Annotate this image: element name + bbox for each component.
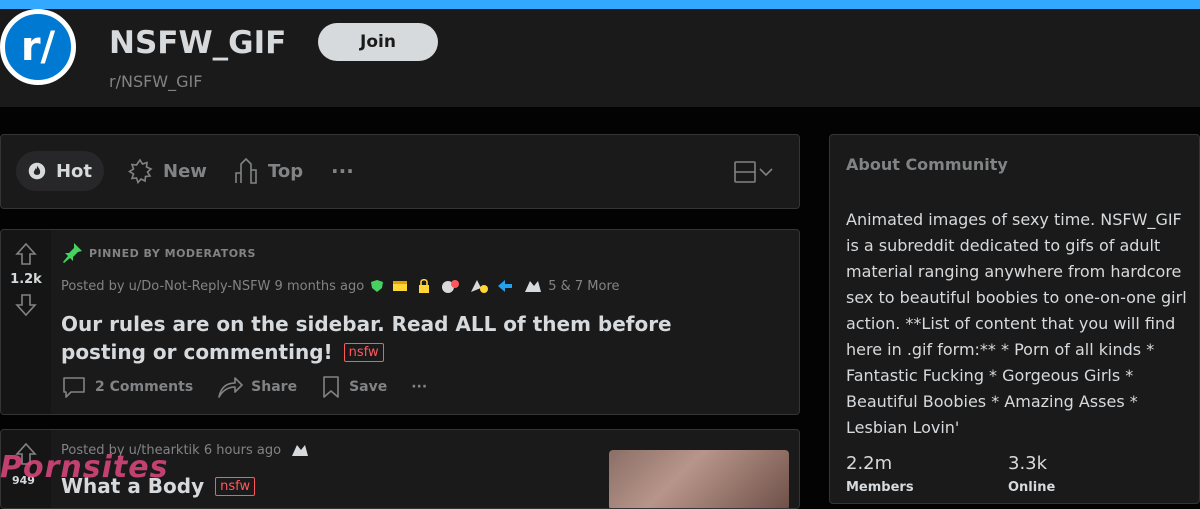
view-toggle[interactable] bbox=[734, 161, 773, 183]
lock-award-icon bbox=[419, 279, 430, 293]
join-button[interactable]: Join bbox=[318, 23, 438, 61]
sort-top-button[interactable]: Top bbox=[234, 151, 303, 191]
comments-label: 2 Comments bbox=[95, 379, 194, 395]
comment-icon bbox=[63, 377, 85, 398]
awards-more-label[interactable]: 5 & 7 More bbox=[548, 279, 619, 294]
upvote-icon[interactable] bbox=[15, 242, 37, 266]
hands-award-icon[interactable] bbox=[289, 442, 311, 458]
burst-icon bbox=[127, 158, 153, 184]
subreddit-header: r/ NSFW_GIF r/NSFW_GIF Join bbox=[0, 9, 1200, 107]
save-button[interactable]: Save bbox=[321, 375, 387, 399]
sort-hot-label: Hot bbox=[55, 160, 92, 182]
sort-bar: Hot New Top ··· bbox=[0, 134, 800, 209]
card-view-icon bbox=[734, 161, 756, 183]
arrow-award-icon bbox=[498, 280, 513, 292]
hands-award-icon bbox=[525, 281, 542, 292]
share-icon bbox=[218, 377, 243, 398]
wholesome-award-icon bbox=[471, 280, 489, 293]
sort-hot-button[interactable]: Hot bbox=[16, 151, 104, 191]
pinned-text: PINNED BY MODERATORS bbox=[89, 246, 256, 260]
top-accent-bar bbox=[0, 0, 1200, 9]
helper-award-icon bbox=[442, 280, 460, 293]
bookmark-icon bbox=[323, 376, 339, 398]
about-community-card: About Community Animated images of sexy … bbox=[829, 134, 1200, 504]
award-icons[interactable] bbox=[370, 278, 544, 294]
top-chart-icon bbox=[235, 158, 257, 184]
flame-icon bbox=[28, 162, 46, 180]
vote-column: 1.2k bbox=[1, 230, 51, 414]
post-actions: 2 Comments Share Save ··· bbox=[61, 375, 451, 399]
sort-new-label: New bbox=[163, 160, 207, 182]
subreddit-title: NSFW_GIF bbox=[109, 25, 287, 61]
downvote-icon[interactable] bbox=[15, 293, 37, 317]
comments-button[interactable]: 2 Comments bbox=[61, 375, 193, 399]
watermark-logo: Pornsites bbox=[0, 450, 169, 485]
online-stat: 3.3k Online bbox=[1008, 453, 1055, 495]
sort-top-label: Top bbox=[268, 160, 304, 182]
members-stat: 2.2m Members bbox=[846, 453, 914, 495]
pinned-post[interactable]: 1.2k PINNED BY MODERATORS Posted by u/Do… bbox=[0, 229, 800, 415]
share-button[interactable]: Share bbox=[217, 375, 297, 399]
post-meta: Posted by u/Do-Not-Reply-NSFW 9 months a… bbox=[61, 278, 620, 294]
sort-more-button[interactable]: ··· bbox=[331, 151, 354, 191]
archive-award-icon bbox=[393, 281, 408, 291]
online-count: 3.3k bbox=[1008, 453, 1048, 474]
members-count: 2.2m bbox=[846, 453, 893, 474]
post-more-button[interactable]: ··· bbox=[411, 379, 427, 395]
subreddit-name: r/NSFW_GIF bbox=[109, 72, 203, 91]
chevron-down-icon bbox=[759, 168, 773, 177]
share-label: Share bbox=[251, 379, 298, 395]
nsfw-tag: nsfw bbox=[343, 343, 384, 362]
pin-icon bbox=[63, 243, 82, 263]
save-label: Save bbox=[349, 379, 388, 395]
pinned-label: PINNED BY MODERATORS bbox=[61, 242, 256, 264]
community-description: Animated images of sexy time. NSFW_GIF i… bbox=[846, 210, 1187, 437]
subreddit-avatar[interactable]: r/ bbox=[0, 9, 76, 85]
vote-count: 1.2k bbox=[10, 272, 42, 287]
shield-award-icon bbox=[371, 280, 384, 292]
about-heading: About Community bbox=[846, 155, 1008, 174]
post-title[interactable]: Our rules are on the sidebar. Read ALL o… bbox=[61, 310, 761, 366]
nsfw-tag: nsfw bbox=[215, 477, 256, 496]
post-thumbnail[interactable] bbox=[609, 450, 789, 508]
post-author-time[interactable]: Posted by u/Do-Not-Reply-NSFW 9 months a… bbox=[61, 279, 364, 294]
sort-new-button[interactable]: New bbox=[127, 151, 207, 191]
